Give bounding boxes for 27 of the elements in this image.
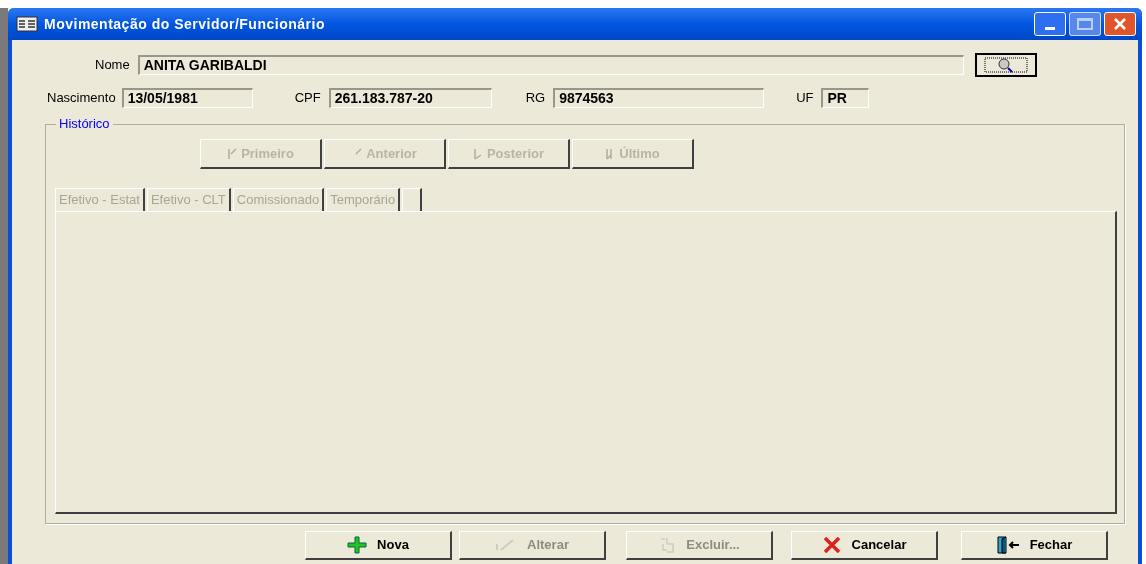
x-icon [821,536,842,554]
window-icon [16,16,38,32]
plus-icon [347,536,368,554]
minimize-button[interactable] [1034,12,1066,36]
maximize-button[interactable] [1069,12,1101,36]
search-button[interactable] [974,53,1037,77]
text-field[interactable]: PR [821,88,870,108]
close-button[interactable]: Fechar [961,531,1108,560]
field-label: Nome [95,56,130,75]
door-exit-icon [995,535,1020,555]
close-button[interactable] [1104,12,1136,36]
first-arrow-icon [227,146,239,161]
field-label: Nascimento [47,89,116,108]
next-arrow-icon [472,146,484,161]
field-label: CPF [294,89,321,108]
cancel-button[interactable]: Cancelar [791,531,938,560]
window-title: Movimentação do Servidor/Funcionário [44,14,325,34]
text-field[interactable]: 9874563 [553,88,765,108]
text-field[interactable]: 13/05/1981 [121,88,253,108]
new-button[interactable]: Nova [305,531,452,560]
field-label: RG [525,89,546,108]
close-icon [1113,17,1127,31]
search-icon [983,57,1028,73]
text-field[interactable]: 261.183.787-20 [328,88,492,108]
text-field[interactable]: ANITA GARIBALDI [137,55,964,75]
tree-icon [658,536,677,554]
field-label: UF [796,89,814,108]
